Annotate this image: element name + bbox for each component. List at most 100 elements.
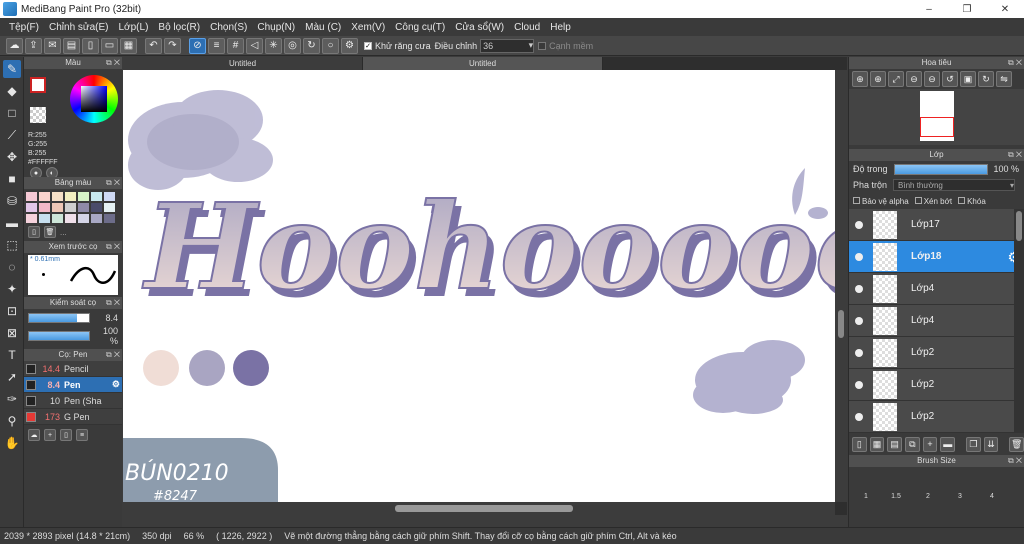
brush-size-preset[interactable]: 1.5 (881, 493, 911, 500)
palette-swatch[interactable] (26, 203, 37, 212)
menu-tools[interactable]: Công cụ(T) (390, 22, 450, 33)
close-button[interactable]: ✕ (986, 0, 1024, 18)
snap-settings-icon[interactable]: ⚙ (341, 37, 358, 54)
restore-button[interactable]: ❐ (948, 0, 986, 18)
menu-snap[interactable]: Chụp(N) (252, 22, 300, 33)
new-layer-icon[interactable]: ▯ (852, 436, 867, 452)
color-wheel[interactable] (70, 75, 118, 123)
eye-icon[interactable] (855, 380, 863, 389)
document-icon[interactable]: ▯ (82, 37, 99, 54)
panel-close-icon[interactable]: ⧉ ✕ (106, 177, 120, 189)
redo-icon[interactable]: ↷ (164, 37, 181, 54)
menu-cloud[interactable]: Cloud (509, 22, 545, 33)
panel-close-icon[interactable]: ⧉ ✕ (1008, 57, 1022, 69)
palette-swatch[interactable] (52, 214, 63, 223)
foreground-color[interactable] (30, 77, 46, 93)
layer-row[interactable]: Lớp4 (849, 273, 1024, 305)
ellipse-snap-icon[interactable]: ○ (322, 37, 339, 54)
palette-swatch[interactable] (91, 192, 102, 201)
layer-row[interactable]: Lớp2 (849, 337, 1024, 369)
copy-brush-icon[interactable]: ▯ (60, 429, 72, 441)
palette-swatch[interactable] (52, 192, 63, 201)
brush-size-slider[interactable] (28, 313, 90, 323)
palette-swatch[interactable] (104, 214, 115, 223)
undo-icon[interactable]: ↶ (145, 37, 162, 54)
brush-size-preset[interactable]: 4 (977, 493, 1007, 500)
gear-icon[interactable]: ⚙ (112, 379, 120, 390)
select-pen-icon[interactable]: ⊡ (3, 302, 21, 320)
menu-color[interactable]: Màu (C) (300, 22, 346, 33)
merge-layer-icon[interactable]: ⇊ (983, 436, 999, 452)
palette-swatch[interactable] (91, 214, 102, 223)
select-eraser-icon[interactable]: ⊠ (3, 324, 21, 342)
add-layer-dropdown-icon[interactable]: + (922, 436, 938, 452)
flip-icon[interactable]: ⇋ (996, 71, 1012, 87)
export-icon[interactable]: ⇪ (25, 37, 42, 54)
palette-swatch[interactable] (65, 214, 76, 223)
delete-palette-icon[interactable]: 🗑 (44, 226, 56, 238)
select-tool-icon[interactable]: ⬚ (3, 236, 21, 254)
menu-window[interactable]: Cửa sổ(W) (450, 22, 509, 33)
layer-scrollbar[interactable] (1014, 209, 1024, 433)
menu-file[interactable]: Tệp(F) (4, 22, 44, 33)
lasso-tool-icon[interactable]: ◌ (3, 258, 21, 276)
page-icon[interactable]: ▭ (101, 37, 118, 54)
text-tool-icon[interactable]: T (3, 346, 21, 364)
brush-item-pen-shading[interactable]: 10 Pen (Sha (24, 393, 122, 409)
zoom-in-alt-icon[interactable]: ⊕ (870, 71, 886, 87)
palette-swatch[interactable] (39, 203, 50, 212)
copy-layer-icon[interactable]: ❐ (966, 436, 981, 452)
add-brush-icon[interactable]: + (44, 429, 56, 441)
brush-item-pen[interactable]: 8.4 Pen ⚙ (24, 377, 122, 393)
brush-item-pencil[interactable]: 14.4 Pencil (24, 361, 122, 377)
graph-tool-icon[interactable]: ⟋ (3, 126, 21, 144)
fit-icon[interactable]: ⤢ (888, 71, 904, 87)
panel-close-icon[interactable]: ⧉ ✕ (106, 297, 120, 309)
zoom-out-icon[interactable]: ⊖ (906, 71, 922, 87)
palette-swatch[interactable] (78, 214, 89, 223)
menu-view[interactable]: Xem(V) (346, 22, 390, 33)
eraser-tool-icon[interactable]: ◆ (3, 82, 21, 100)
canvas-horizontal-scrollbar[interactable] (123, 502, 835, 515)
brush-opacity-slider[interactable] (28, 331, 90, 341)
eye-icon[interactable] (855, 220, 863, 229)
rotate-left-icon[interactable]: ↺ (942, 71, 958, 87)
grid-layout-icon[interactable]: ▦ (120, 37, 137, 54)
menu-help[interactable]: Help (545, 22, 576, 33)
circle-snap-icon[interactable]: ◎ (284, 37, 301, 54)
palette-swatch[interactable] (52, 203, 63, 212)
palette-swatch[interactable] (26, 192, 37, 201)
brush-size-preset[interactable]: 1 (851, 493, 881, 500)
zoom-in-icon[interactable]: ⊕ (852, 71, 868, 87)
palette-swatch[interactable] (78, 203, 89, 212)
gradient-tool-icon[interactable]: ▬ (3, 214, 21, 232)
fill-tool-icon[interactable]: ■ (3, 170, 21, 188)
palette-swatch[interactable] (104, 203, 115, 212)
menu-layer[interactable]: Lớp(L) (114, 22, 154, 33)
layer-row[interactable]: Lớp17 (849, 209, 1024, 241)
duplicate-layer-icon[interactable]: ⧉ (905, 436, 920, 452)
radial-snap-icon[interactable]: ✳ (265, 37, 282, 54)
drawing-canvas[interactable]: Hoohoooooi Hoohoooooi BÚN0210 #8247 (123, 70, 835, 502)
palette-swatch[interactable] (39, 192, 50, 201)
brush-size-preset[interactable]: 3 (945, 493, 975, 500)
panel-close-icon[interactable]: ⧉ ✕ (106, 349, 120, 361)
layer-row[interactable]: Lớp2 (849, 369, 1024, 401)
fullscreen-icon[interactable]: ▣ (960, 71, 976, 87)
clipping-checkbox[interactable]: Xén bớt (914, 196, 952, 206)
layer-row[interactable]: Lớp4 (849, 305, 1024, 337)
palette-swatch[interactable] (91, 203, 102, 212)
adjust-select[interactable]: 36 ▾ (480, 38, 535, 53)
comment-icon[interactable]: ✉ (44, 37, 61, 54)
new-palette-icon[interactable]: ▯ (28, 226, 40, 238)
eye-icon[interactable] (855, 284, 863, 293)
palette-swatch[interactable] (26, 214, 37, 223)
palette-swatch[interactable] (65, 203, 76, 212)
rotate-right-icon[interactable]: ↻ (978, 71, 994, 87)
eye-icon[interactable] (855, 252, 863, 261)
background-color[interactable] (30, 107, 46, 123)
folder-icon[interactable]: ▬ (940, 436, 956, 452)
layer-row-selected[interactable]: Lớp18 ⚙ (849, 241, 1024, 273)
eye-icon[interactable] (855, 412, 863, 421)
palette-swatch[interactable] (65, 192, 76, 201)
